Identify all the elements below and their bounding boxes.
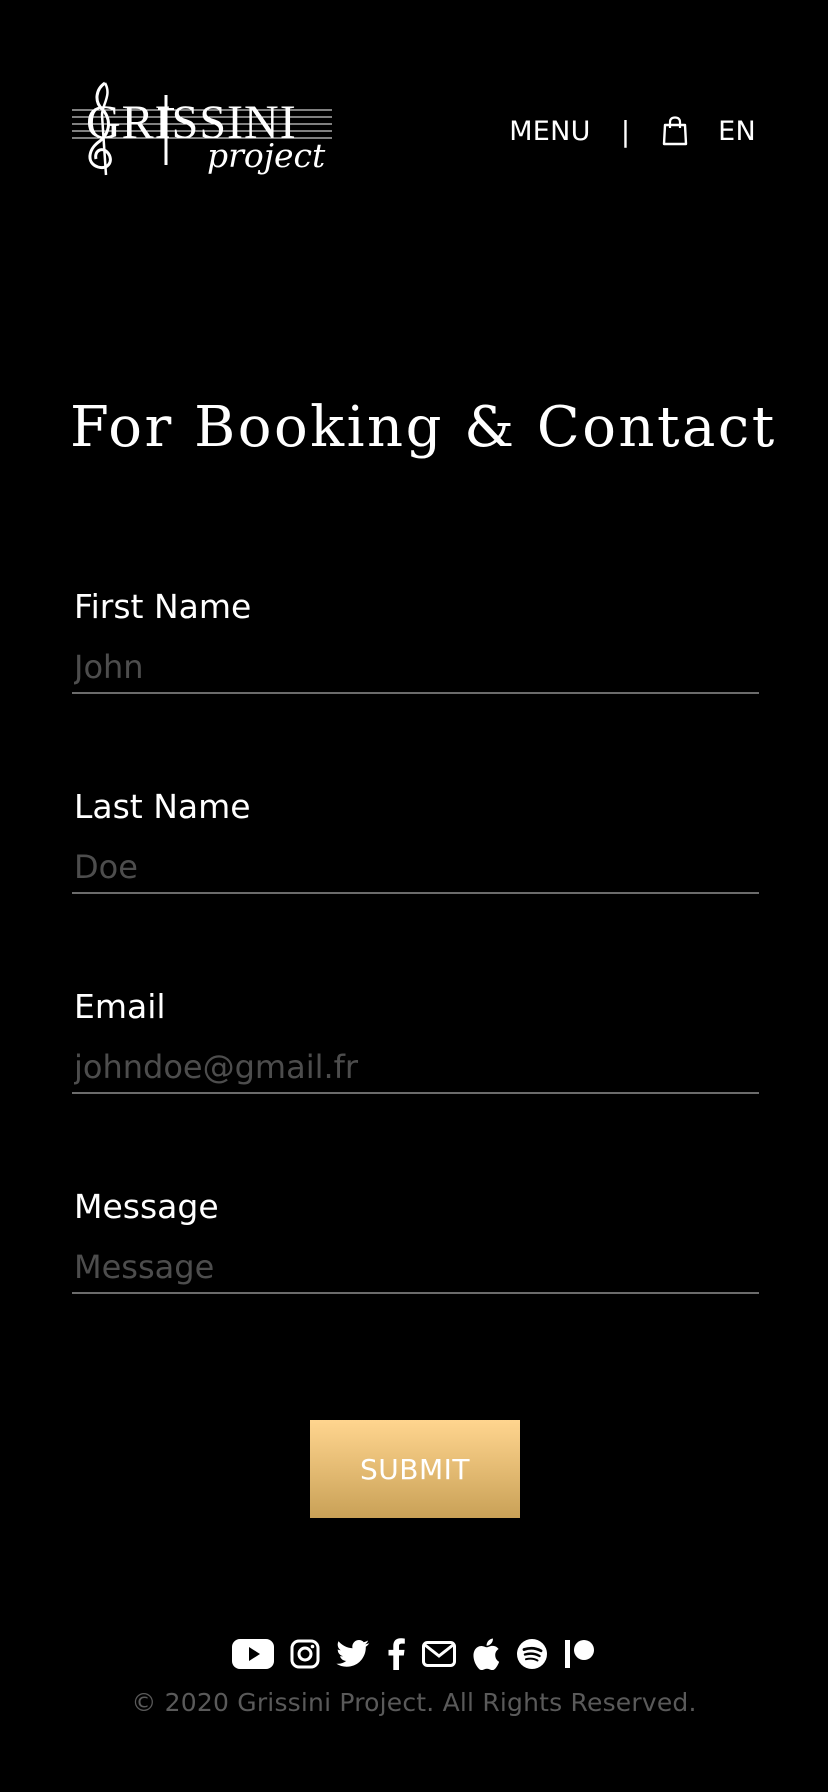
patreon-icon[interactable] (564, 1634, 596, 1674)
youtube-icon[interactable] (232, 1634, 274, 1674)
twitter-icon[interactable] (336, 1634, 370, 1674)
social-links (0, 1634, 828, 1674)
apple-icon[interactable] (472, 1634, 500, 1674)
nav-separator: | (620, 114, 631, 148)
first-name-input[interactable] (72, 642, 759, 694)
logo-subtext: project (207, 136, 326, 175)
email-field: Email (72, 987, 759, 1110)
email-input[interactable] (72, 1042, 759, 1094)
menu-button[interactable]: MENU (509, 116, 591, 147)
page-title: For Booking & Contact (70, 395, 777, 460)
submit-button[interactable]: SUBMIT (310, 1420, 520, 1518)
first-name-field: First Name (72, 587, 759, 710)
email-label: Email (74, 987, 166, 1026)
page: GRISSINI project MENU | EN For Booking &… (0, 0, 828, 1792)
mail-icon[interactable] (422, 1634, 456, 1674)
message-field: Message (72, 1187, 759, 1310)
shopping-bag-icon[interactable] (662, 116, 688, 146)
logo[interactable]: GRISSINI project (72, 75, 334, 190)
header: GRISSINI project MENU | EN (72, 75, 756, 190)
copyright: © 2020 Grissini Project. All Rights Rese… (131, 1688, 697, 1717)
message-label: Message (74, 1187, 219, 1226)
message-input[interactable] (72, 1242, 759, 1294)
top-nav: MENU | EN (509, 113, 756, 149)
last-name-input[interactable] (72, 842, 759, 894)
spotify-icon[interactable] (516, 1634, 548, 1674)
facebook-icon[interactable] (386, 1634, 406, 1674)
instagram-icon[interactable] (290, 1634, 320, 1674)
last-name-field: Last Name (72, 787, 759, 910)
language-switcher[interactable]: EN (718, 116, 756, 147)
last-name-label: Last Name (74, 787, 251, 826)
first-name-label: First Name (74, 587, 252, 626)
